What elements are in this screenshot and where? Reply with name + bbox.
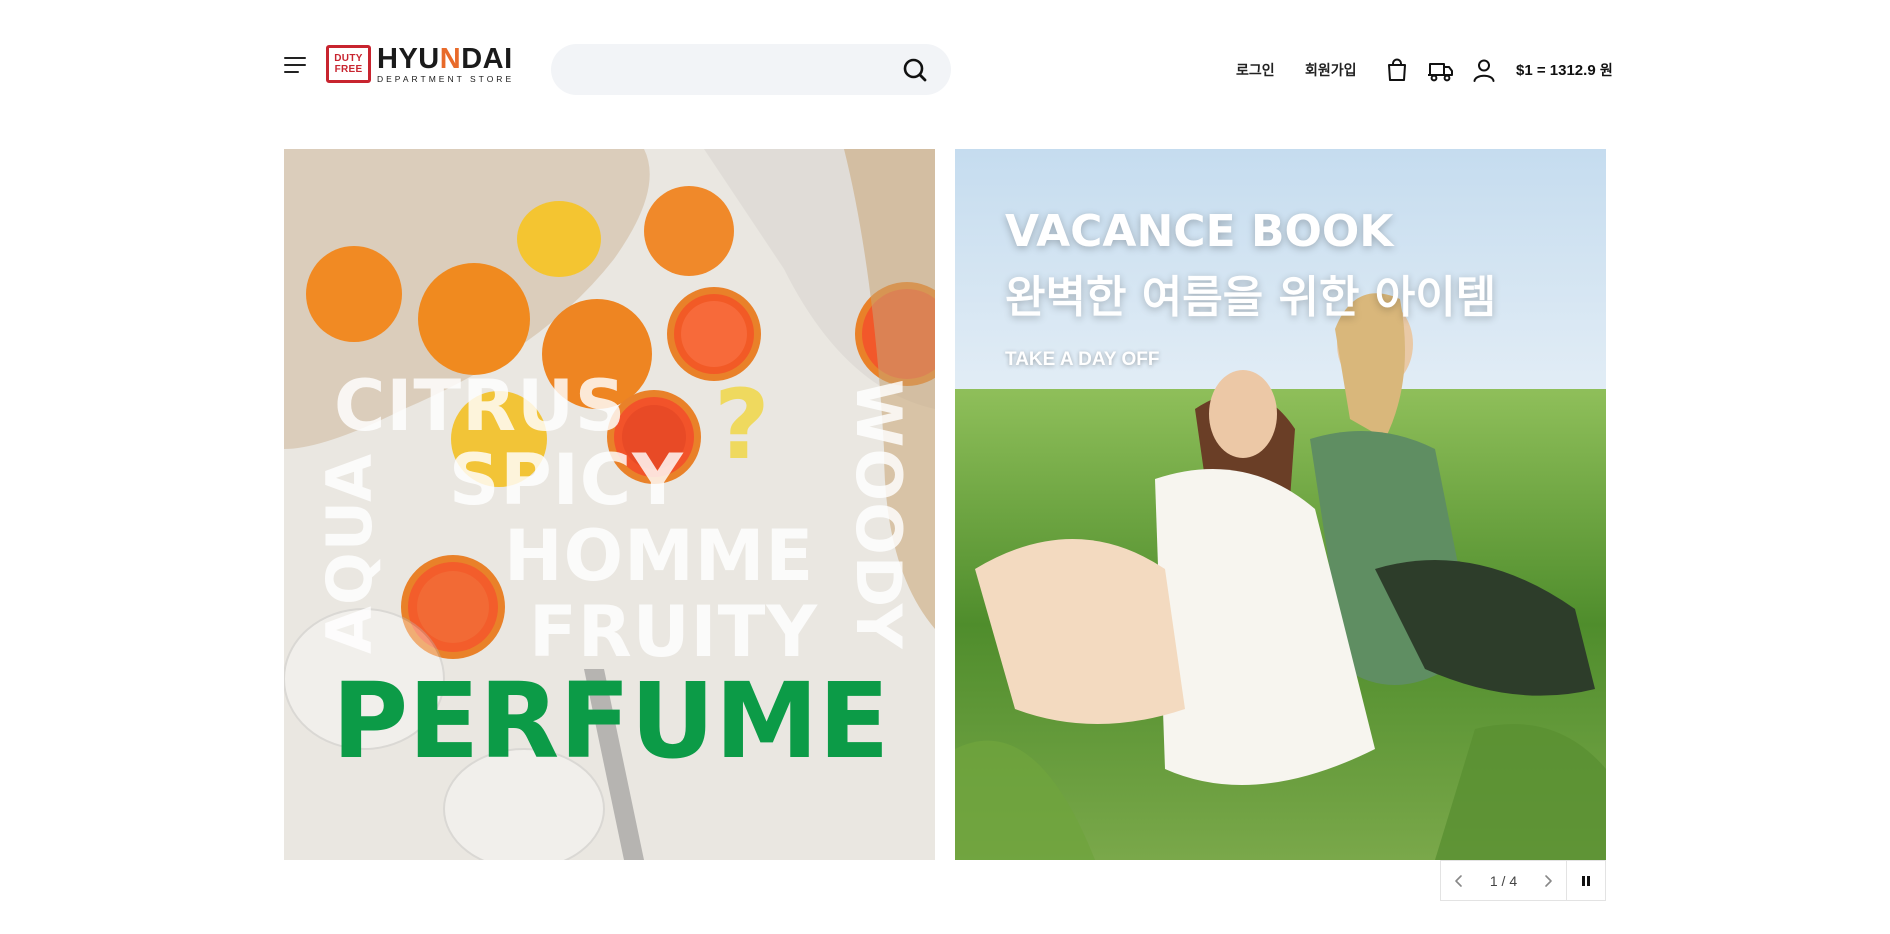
user-icon[interactable] — [1471, 57, 1497, 83]
vacance-book-subtitle: TAKE A DAY OFF — [1005, 349, 1160, 370]
word-fruity: FRUITY — [529, 591, 819, 673]
word-homme: HOMME — [504, 515, 815, 597]
exchange-rate-text: $1 = 1312.9 원 — [1516, 60, 1613, 80]
shopping-bag-icon[interactable] — [1384, 57, 1410, 83]
logo-wordmark: HYUNDAI DEPARTMENT STORE — [377, 42, 515, 84]
word-woody: WOODY — [842, 379, 915, 650]
logo-subtitle: DEPARTMENT STORE — [377, 73, 515, 84]
cart-button[interactable] — [1384, 55, 1410, 85]
perfume-word-art: CITRUS SPICY ? HOMME FRUITY AQUA WOODY P… — [284, 149, 935, 860]
mypage-button[interactable] — [1471, 55, 1497, 85]
search-input[interactable] — [551, 44, 901, 95]
slider-counter: 1 / 4 — [1489, 872, 1518, 889]
slider-controls: 1 / 4 — [1440, 860, 1606, 901]
delivery-button[interactable] — [1426, 55, 1454, 85]
chevron-right-icon[interactable] — [1542, 874, 1554, 888]
word-aqua: AQUA — [313, 452, 386, 654]
badge-line-duty: DUTY — [334, 53, 363, 64]
title-line-2: 완벽한 여름을 위한 아이템 — [1005, 272, 1497, 323]
logo-main-text: HYUNDAI — [377, 42, 514, 75]
search-icon[interactable] — [901, 56, 929, 84]
login-label[interactable]: 로그인 — [1236, 60, 1275, 80]
word-citrus: CITRUS — [334, 365, 627, 447]
badge-line-free: FREE — [334, 64, 363, 75]
logo-main-mark: N — [439, 42, 462, 75]
search-bar — [551, 44, 951, 95]
vacance-book-title: VACANCE BOOK 완벽한 여름을 위한 아이템 — [1005, 199, 1496, 331]
duty-free-badge: DUTY FREE — [326, 45, 371, 83]
chevron-left-icon[interactable] — [1453, 874, 1465, 888]
slider-pause-button[interactable] — [1566, 861, 1605, 900]
exchange-rate-unit: 원 — [1599, 63, 1613, 79]
hyundai-duty-free-logo[interactable]: DUTY FREE HYUNDAI DEPARTMENT STORE — [326, 44, 514, 84]
login-link[interactable]: 로그인 — [1236, 55, 1275, 85]
perfume-banner[interactable]: CITRUS SPICY ? HOMME FRUITY AQUA WOODY P… — [284, 149, 935, 860]
title-line-1: VACANCE BOOK — [1005, 206, 1394, 257]
signup-label[interactable]: 회원가입 — [1305, 60, 1357, 80]
logo-main-left: HYU — [377, 42, 440, 75]
vacance-book-banner[interactable]: VACANCE BOOK 완벽한 여름을 위한 아이템 TAKE A DAY O… — [955, 149, 1606, 860]
exchange-rate: $1 = 1312.9 원 — [1516, 55, 1613, 85]
slider-next-button[interactable] — [1530, 861, 1566, 900]
hamburger-menu-icon[interactable] — [284, 55, 308, 75]
word-perfume: PERFUME — [332, 660, 890, 782]
word-spicy: SPICY — [449, 439, 684, 521]
pause-icon[interactable] — [1580, 875, 1592, 887]
logo-main-right: DAI — [461, 42, 513, 75]
signup-link[interactable]: 회원가입 — [1305, 55, 1357, 85]
slider-prev-button[interactable] — [1441, 861, 1477, 900]
exchange-rate-value: $1 = 1312.9 — [1516, 62, 1596, 79]
site-header: DUTY FREE HYUNDAI DEPARTMENT STORE 로그인 회… — [0, 0, 1890, 130]
delivery-cart-icon[interactable] — [1426, 57, 1454, 83]
question-mark: ? — [714, 369, 771, 481]
